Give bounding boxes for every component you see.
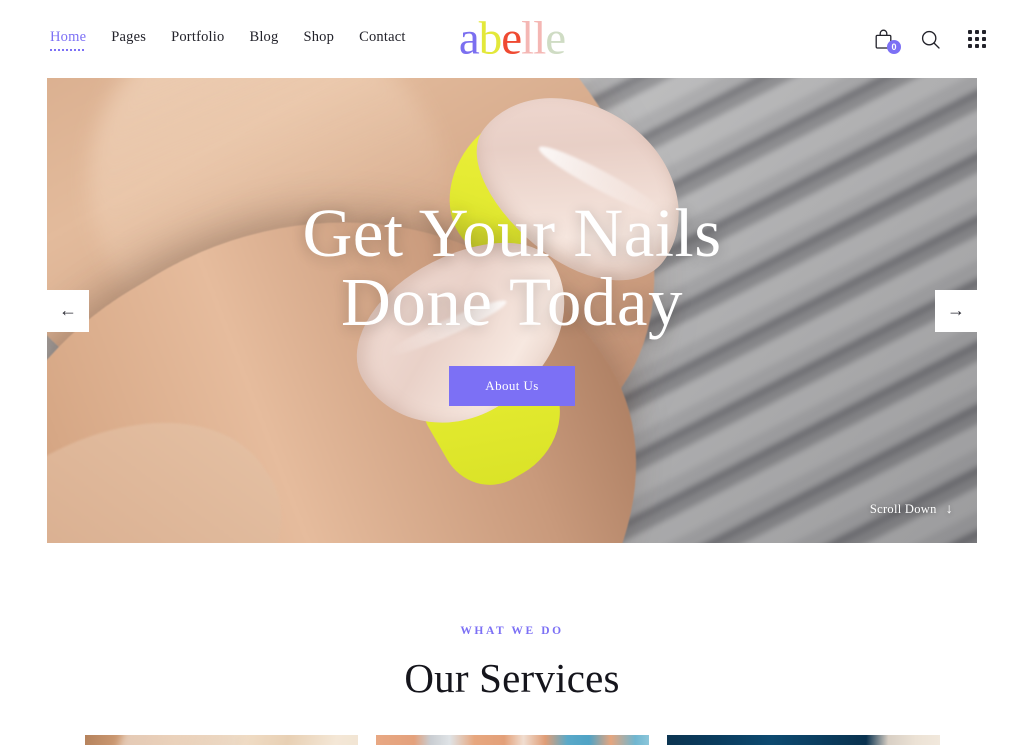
service-card-2-image xyxy=(375,735,649,745)
hero-title: Get Your Nails Done Today xyxy=(302,199,721,336)
logo-letter-b: b xyxy=(478,12,502,65)
grid-dots xyxy=(968,30,986,48)
nav-item-home[interactable]: Home xyxy=(50,29,87,51)
site-header: Home Pages Portfolio Blog Shop Contact a… xyxy=(0,0,1024,78)
logo-letter-l1: l xyxy=(521,12,534,65)
nav-item-pages[interactable]: Pages xyxy=(111,29,146,49)
grid-menu-icon[interactable] xyxy=(964,26,990,52)
about-us-button[interactable]: About Us xyxy=(449,365,575,406)
arrow-down-icon: ↓ xyxy=(945,501,953,517)
nav-item-shop[interactable]: Shop xyxy=(303,29,334,49)
service-card-2[interactable] xyxy=(375,735,649,745)
slider-prev-arrow-icon[interactable]: ← xyxy=(47,289,89,332)
slider-next-arrow-icon[interactable]: → xyxy=(935,289,977,332)
nav-item-blog[interactable]: Blog xyxy=(249,29,278,49)
nav-item-contact[interactable]: Contact xyxy=(359,29,406,49)
header-icon-group: 0 xyxy=(870,26,990,54)
services-eyebrow: WHAT WE DO xyxy=(460,625,564,637)
main-navigation: Home Pages Portfolio Blog Shop Contact xyxy=(50,29,406,51)
scroll-down-indicator[interactable]: Scroll Down ↓ xyxy=(870,502,953,517)
hero-content: Get Your Nails Done Today About Us xyxy=(47,78,977,543)
logo-letter-e: e xyxy=(501,12,522,65)
service-card-1[interactable] xyxy=(84,735,358,745)
service-card-3-image xyxy=(666,735,940,745)
hero-slider: Get Your Nails Done Today About Us ← → S… xyxy=(47,78,977,543)
scroll-down-label: Scroll Down xyxy=(869,502,937,516)
services-section: WHAT WE DO Our Services xyxy=(0,543,1024,745)
services-card-list xyxy=(0,735,1024,745)
shopping-bag-icon[interactable]: 0 xyxy=(870,26,901,54)
hero-title-line-2: Done Today xyxy=(341,263,683,340)
search-icon[interactable] xyxy=(917,26,943,52)
logo-letter-e2: e xyxy=(545,12,566,65)
nav-item-portfolio[interactable]: Portfolio xyxy=(171,29,224,49)
services-title: Our Services xyxy=(404,655,620,701)
logo-wordmark[interactable]: abelle xyxy=(458,12,566,65)
cart-count-badge: 0 xyxy=(887,40,901,54)
service-card-3[interactable] xyxy=(666,735,940,745)
logo-letter-l2: l xyxy=(533,12,546,65)
hero-title-line-1: Get Your Nails xyxy=(302,195,722,272)
logo-letter-a: a xyxy=(458,12,480,65)
